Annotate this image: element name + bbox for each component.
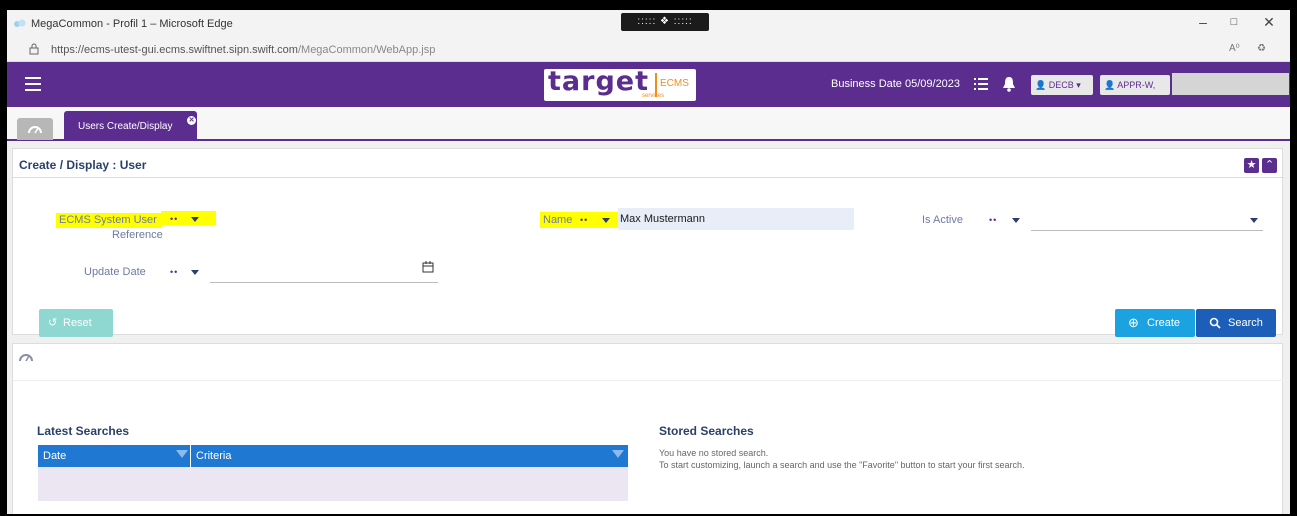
close-window-button[interactable]: ✕: [1259, 14, 1279, 31]
redacted-user-name: [1172, 73, 1289, 95]
dashboard-icon: [28, 126, 42, 134]
target-ecms-logo: target ECMS services: [544, 66, 696, 101]
window-drag-grip[interactable]: ::::: ❖ :::::: [621, 13, 709, 31]
dashboard-icon[interactable]: [19, 350, 33, 364]
list-icon[interactable]: [974, 78, 988, 90]
user-reference-label: ECMS System User: [56, 213, 161, 228]
column-divider: [190, 445, 191, 467]
is-active-dropdown-icon[interactable]: [1250, 218, 1258, 223]
update-date-label: Update Date: [84, 266, 146, 278]
caret-down-icon[interactable]: [602, 218, 610, 223]
user-reference-operator[interactable]: ••: [170, 214, 178, 224]
update-date-operator[interactable]: ••: [170, 267, 178, 277]
tab-home[interactable]: [17, 118, 53, 140]
name-input[interactable]: Max Mustermann: [618, 208, 854, 230]
browser-window: MegaCommon - Profil 1 – Microsoft Edge :…: [7, 10, 1290, 514]
user-menu-button[interactable]: 👤 APPR-W,: [1100, 75, 1170, 95]
url-path: /MegaCommon/WebApp.jsp: [297, 44, 436, 56]
entity-label: DECB: [1048, 80, 1074, 90]
entity-dropdown-button[interactable]: 👤 DECB ▾: [1031, 75, 1093, 95]
stored-hint-text: To start customizing, launch a search an…: [659, 460, 1025, 470]
favorite-star-button[interactable]: ★: [1244, 158, 1259, 173]
create-label: Create: [1147, 317, 1181, 329]
stored-empty-text: You have no stored search.: [659, 448, 769, 458]
url-host: https://ecms-utest-gui.ecms.swiftnet.sip…: [51, 44, 298, 56]
tab-users-create-display[interactable]: Users Create/Display ✕: [64, 111, 197, 140]
filter-icon[interactable]: [176, 450, 188, 458]
reset-icon: ↺: [48, 317, 58, 329]
tab-label: Users Create/Display: [78, 121, 173, 132]
lock-icon: [29, 43, 39, 55]
page-title: Create / Display : User: [19, 158, 147, 172]
hamburger-menu-icon[interactable]: [25, 77, 41, 91]
panel-divider: [13, 177, 1284, 178]
panel-divider: [13, 380, 1284, 381]
name-label: Name: [543, 214, 573, 226]
plus-circle-icon: ⊕: [1128, 315, 1139, 330]
read-aloud-icon[interactable]: A⁰: [1229, 43, 1240, 54]
filter-panel: Create / Display : User ★ ⌃ ECMS System …: [12, 148, 1284, 337]
reset-label: Reset: [63, 317, 92, 329]
filter-icon[interactable]: [612, 450, 624, 458]
searches-panel: Latest Searches Date Criteria Stored Sea…: [12, 343, 1284, 514]
brand-sub: services: [642, 93, 665, 99]
caret-down-icon[interactable]: [1012, 218, 1020, 223]
latest-searches-table: Date Criteria: [38, 445, 628, 501]
bell-icon[interactable]: [1002, 76, 1016, 92]
minimize-button[interactable]: –: [1193, 14, 1213, 30]
caret-down-icon[interactable]: [191, 270, 199, 275]
collapse-chevron-button[interactable]: ⌃: [1262, 158, 1277, 173]
url-text[interactable]: https://ecms-utest-gui.ecms.swiftnet.sip…: [51, 44, 435, 56]
app-header: target ECMS services Business Date 05/09…: [7, 62, 1290, 107]
brand-suffix: ECMS: [660, 78, 689, 89]
browser-titlebar: MegaCommon - Profil 1 – Microsoft Edge :…: [7, 10, 1290, 38]
calendar-icon[interactable]: [422, 261, 434, 273]
create-button[interactable]: ⊕ Create: [1115, 309, 1195, 337]
window-title: MegaCommon - Profil 1 – Microsoft Edge: [31, 18, 233, 30]
user-reference-label-line2: Reference: [112, 229, 163, 241]
tab-bar: Users Create/Display ✕: [7, 107, 1290, 141]
edge-favicon-icon: [14, 19, 26, 27]
user-label: APPR-W,: [1117, 80, 1156, 90]
is-active-select[interactable]: [1031, 230, 1263, 231]
latest-searches-title: Latest Searches: [37, 424, 130, 438]
brand-text: target: [548, 66, 649, 97]
update-date-input[interactable]: [210, 282, 438, 283]
address-bar[interactable]: https://ecms-utest-gui.ecms.swiftnet.sip…: [7, 38, 1290, 62]
business-date: Business Date 05/09/2023: [831, 78, 961, 90]
search-label: Search: [1228, 317, 1263, 329]
search-icon: [1209, 317, 1221, 329]
column-date[interactable]: Date: [43, 450, 66, 462]
stored-searches-title: Stored Searches: [659, 424, 754, 438]
table-header: Date Criteria: [38, 445, 628, 467]
name-value: Max Mustermann: [620, 213, 705, 225]
column-criteria[interactable]: Criteria: [196, 450, 231, 462]
is-active-label: Is Active: [922, 214, 963, 226]
close-tab-icon[interactable]: ✕: [187, 116, 196, 125]
reset-button[interactable]: ↺ Reset: [39, 309, 113, 337]
caret-down-icon[interactable]: [191, 217, 199, 222]
restore-button[interactable]: □: [1224, 16, 1244, 28]
name-operator[interactable]: ••: [580, 215, 588, 225]
search-button[interactable]: Search: [1196, 309, 1276, 337]
translate-icon[interactable]: ♻: [1257, 43, 1266, 54]
is-active-operator[interactable]: ••: [989, 215, 997, 225]
